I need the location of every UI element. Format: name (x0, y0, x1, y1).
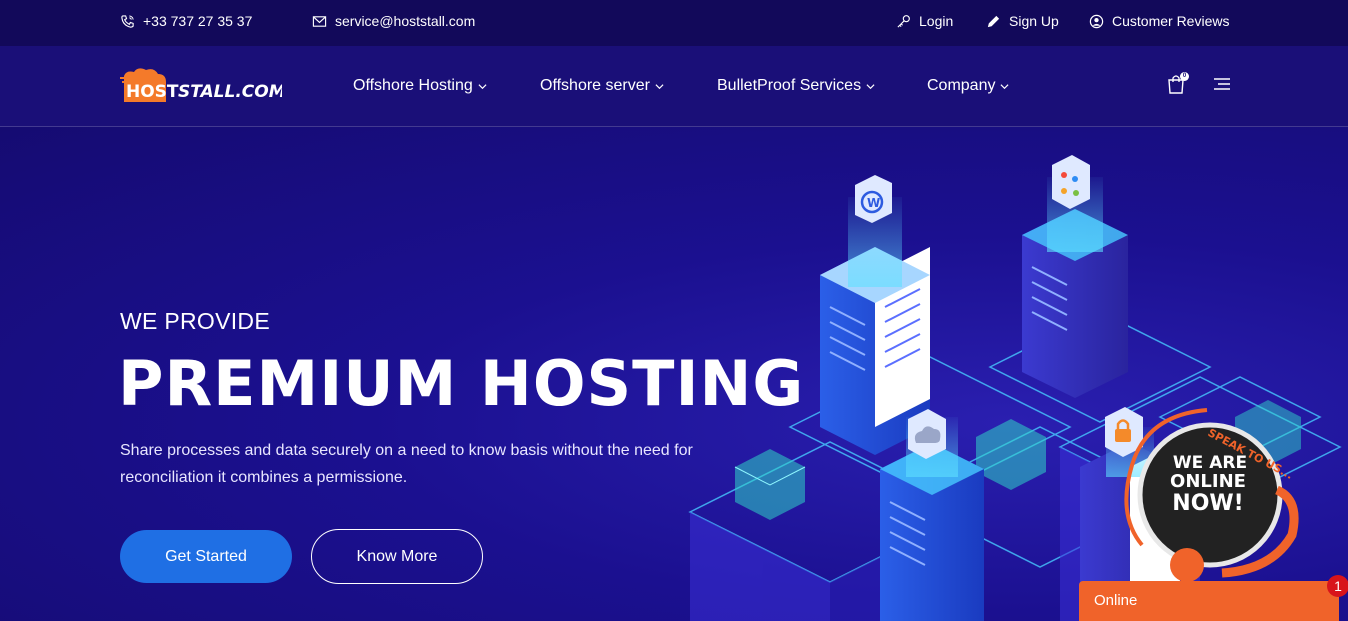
customer-reviews-label: Customer Reviews (1112, 13, 1230, 29)
nav-company[interactable]: Company (927, 77, 1009, 95)
svg-text:W: W (867, 196, 880, 210)
badge-line-3: NOW! (1172, 491, 1243, 516)
login-label: Login (919, 13, 954, 29)
joomla-icon (1052, 155, 1090, 209)
chevron-down-icon (478, 83, 487, 89)
top-bar: +33 737 27 35 37 service@hoststall.com L… (0, 0, 1348, 46)
badge-line-2: ONLINE (1170, 471, 1246, 492)
email-address: service@hoststall.com (335, 13, 476, 29)
badge-line-1: WE ARE (1173, 453, 1247, 473)
email-contact[interactable]: service@hoststall.com (312, 13, 475, 29)
chevron-down-icon (866, 83, 875, 89)
hamburger-menu-icon[interactable] (1212, 77, 1230, 91)
get-started-button[interactable]: Get Started (120, 530, 292, 583)
customer-reviews-link[interactable]: Customer Reviews (1089, 13, 1229, 29)
login-link[interactable]: Login (896, 13, 953, 29)
envelope-icon (312, 15, 327, 27)
nav-offshore-server-label: Offshore server (540, 77, 650, 94)
nav-offshore-hosting[interactable]: Offshore Hosting (353, 77, 487, 95)
hero-eyebrow: WE PROVIDE (120, 308, 270, 334)
hero-description: Share processes and data securely on a n… (120, 442, 693, 486)
nav-offshore-server[interactable]: Offshore server (540, 77, 664, 95)
hoststall-logo[interactable]: HOST STALL.COM (120, 66, 282, 106)
signup-link[interactable]: Sign Up (986, 13, 1059, 29)
chevron-down-icon (655, 83, 664, 89)
phone-contact[interactable]: +33 737 27 35 37 (120, 13, 252, 29)
server-tower (1022, 177, 1128, 398)
chat-status-label: Online (1094, 592, 1138, 609)
chat-unread-badge: 1 (1327, 575, 1348, 597)
we-are-online-badge[interactable]: SPEAK TO US... WE ARE ONLINE NOW! (1112, 405, 1312, 585)
signup-label: Sign Up (1009, 13, 1059, 29)
nav-bulletproof-services-label: BulletProof Services (717, 77, 862, 94)
svg-text:HOST: HOST (126, 82, 179, 102)
pen-icon (987, 15, 1000, 27)
svg-text:STALL.COM: STALL.COM (178, 82, 282, 102)
nav-offshore-hosting-label: Offshore Hosting (353, 77, 473, 94)
key-icon (897, 14, 910, 28)
cloud-icon (908, 409, 946, 459)
know-more-button[interactable]: Know More (311, 529, 483, 584)
cart-count-badge: 0 (1180, 72, 1189, 81)
nav-bulletproof-services[interactable]: BulletProof Services (717, 77, 875, 95)
chevron-down-icon (1000, 83, 1009, 89)
phone-icon (121, 14, 134, 28)
nav-company-label: Company (927, 77, 996, 94)
chat-online-bar[interactable]: Online (1079, 581, 1339, 621)
main-navbar: HOST STALL.COM Offshore Hosting Offshore… (0, 46, 1348, 127)
phone-number: +33 737 27 35 37 (143, 13, 253, 29)
user-circle-icon (1089, 14, 1104, 28)
